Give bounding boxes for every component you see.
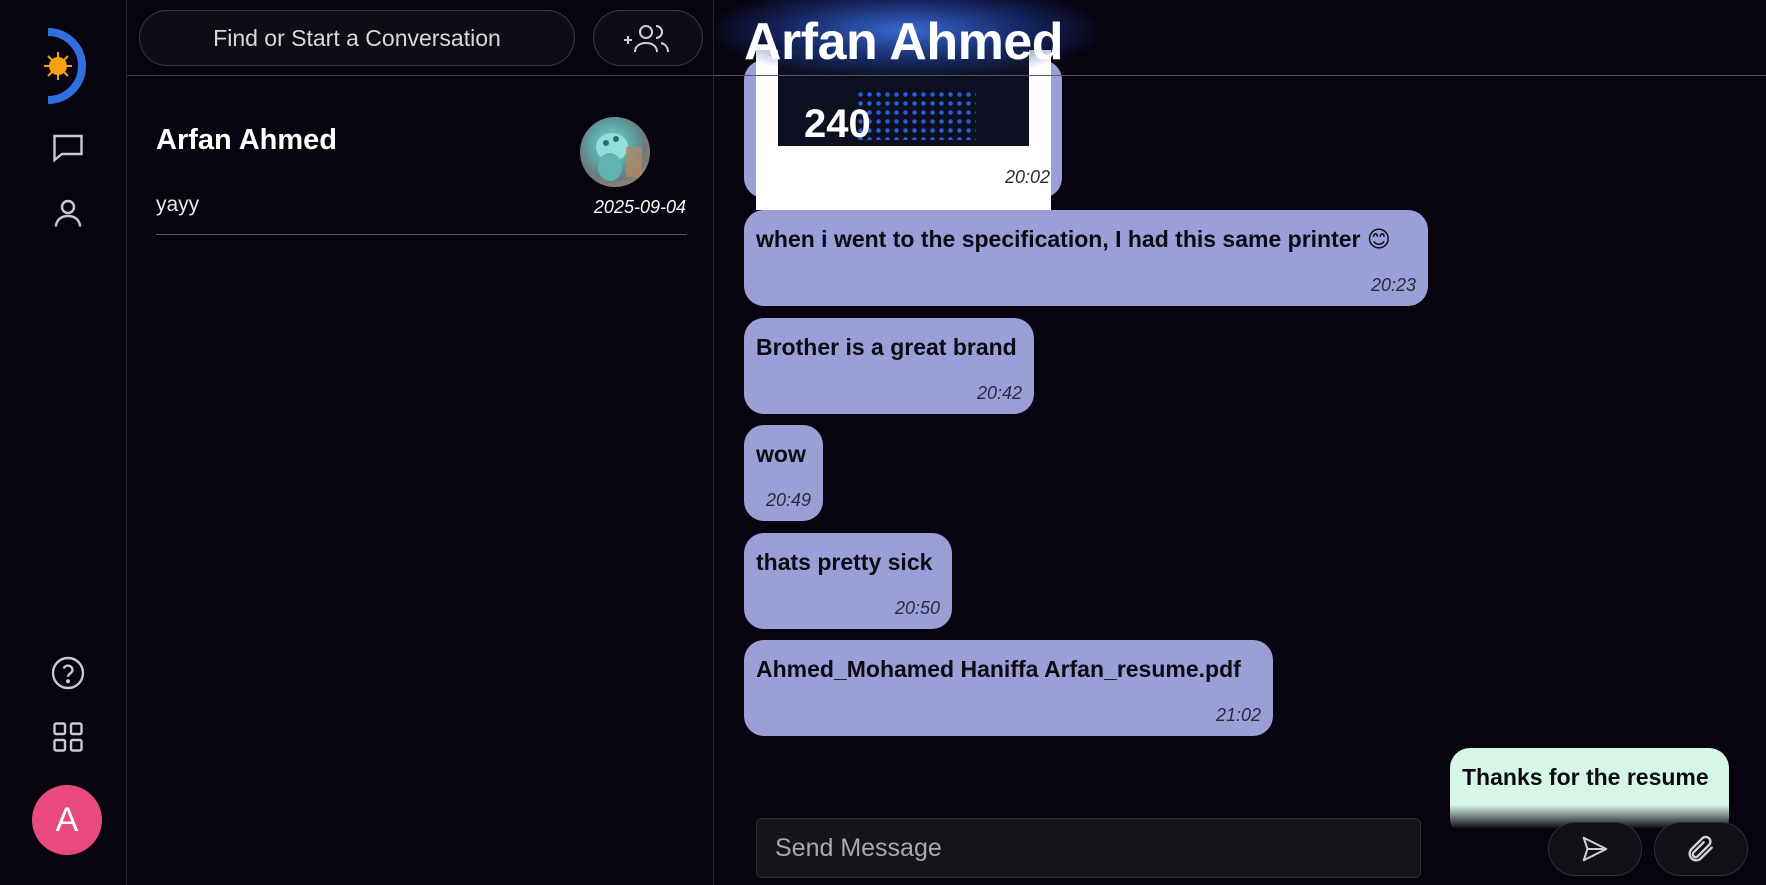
message-text: thats pretty sick — [756, 549, 933, 575]
chat-bubble-icon[interactable] — [50, 130, 86, 166]
message-composer: Send Message — [714, 805, 1766, 885]
message-bubble[interactable]: when i went to the specification, I had … — [744, 210, 1428, 306]
message-time: 20:49 — [765, 490, 811, 510]
file-name-link[interactable]: Ahmed_Mohamed Haniffa Arfan_resume.pdf — [756, 656, 1261, 683]
message-time: 20:02 — [1004, 167, 1050, 187]
conversation-date: 2025-09-04 — [593, 197, 686, 217]
message-time: 21:02 — [1215, 705, 1261, 725]
app-sidebar: A — [0, 0, 127, 885]
message-bubble[interactable]: thats pretty sick 20:50 — [744, 533, 952, 629]
conversation-list-header: Find or Start a Conversation — [127, 0, 714, 76]
message-bubble[interactable]: Brother is a great brand 20:42 — [744, 318, 1034, 414]
chat-title: Arfan Ahmed — [744, 13, 1064, 71]
message-text: when i went to the specification, I had … — [756, 226, 1391, 252]
message-time: 20:23 — [1370, 275, 1416, 295]
image-message-bubble[interactable]: 240 20:02 — [744, 50, 1062, 210]
send-button[interactable] — [1548, 822, 1642, 876]
chat-header: Arfan Ahmed — [714, 0, 1766, 76]
contact-avatar — [580, 117, 650, 187]
message-time: 20:42 — [976, 383, 1022, 403]
message-bubble[interactable]: wow 20:49 — [744, 425, 823, 521]
user-icon[interactable] — [50, 195, 86, 231]
add-group-icon — [624, 25, 669, 53]
message-time: 20:50 — [894, 598, 940, 618]
conversation-preview: yayy — [156, 193, 200, 216]
new-group-button[interactable] — [593, 10, 703, 66]
help-icon[interactable] — [50, 655, 86, 691]
conversation-search-input[interactable]: Find or Start a Conversation — [139, 10, 575, 66]
message-image-text: 240 — [804, 102, 871, 146]
file-message-bubble[interactable]: Ahmed_Mohamed Haniffa Arfan_resume.pdf 2… — [744, 640, 1273, 736]
message-text: wow — [756, 441, 806, 467]
conversation-list-item[interactable]: Arfan Ahmed yayy 2025-09-04 — [156, 110, 686, 235]
conversation-name: Arfan Ahmed — [156, 124, 337, 156]
paperclip-icon — [1688, 835, 1713, 862]
send-icon — [1582, 836, 1608, 862]
message-text: Thanks for the resume — [1462, 764, 1709, 790]
chat-area: Arfan Ahmed 240 20:02 when i went to the… — [714, 0, 1766, 885]
app-logo-icon[interactable] — [38, 28, 94, 104]
grid-icon[interactable] — [50, 719, 86, 755]
message-input[interactable]: Send Message — [756, 818, 1421, 878]
user-avatar-button[interactable]: A — [32, 785, 102, 855]
conversation-list-panel: Find or Start a Conversation Arfan Ahmed… — [127, 0, 714, 885]
message-text: Brother is a great brand — [756, 334, 1017, 360]
attach-button[interactable] — [1654, 822, 1748, 876]
